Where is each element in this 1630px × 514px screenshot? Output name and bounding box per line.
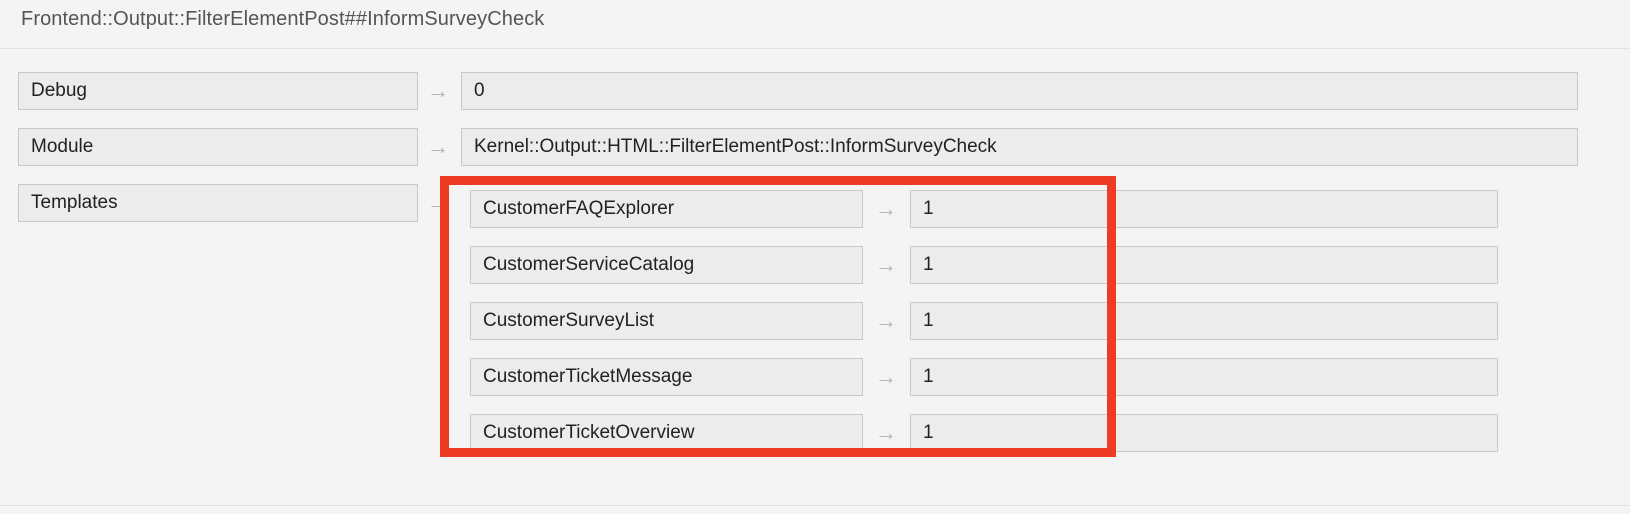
template-name-field[interactable]: CustomerTicketMessage (470, 358, 863, 396)
page-title: Frontend::Output::FilterElementPost##Inf… (21, 8, 545, 30)
bottom-divider (0, 505, 1630, 506)
arrow-right-icon: → (427, 190, 449, 215)
arrow-right-icon: → (875, 364, 897, 389)
arrow-right-icon: → (427, 134, 449, 159)
template-value-field[interactable]: 1 (910, 414, 1498, 452)
template-value-field[interactable]: 1 (910, 190, 1498, 228)
template-name-field[interactable]: CustomerTicketOverview (470, 414, 863, 452)
template-value-field[interactable]: 1 (910, 358, 1498, 396)
template-name-field[interactable]: CustomerSurveyList (470, 302, 863, 340)
template-value-field[interactable]: 1 (910, 246, 1498, 284)
arrow-right-icon: → (875, 308, 897, 333)
setting-label-debug: Debug (18, 72, 418, 110)
setting-label-module: Module (18, 128, 418, 166)
setting-value-debug[interactable]: 0 (461, 72, 1578, 110)
template-name-field[interactable]: CustomerFAQExplorer (470, 190, 863, 228)
setting-label-templates: Templates (18, 184, 418, 222)
template-name-field[interactable]: CustomerServiceCatalog (470, 246, 863, 284)
panel-header: Frontend::Output::FilterElementPost##Inf… (0, 0, 1630, 49)
template-value-field[interactable]: 1 (910, 302, 1498, 340)
setting-value-module[interactable]: Kernel::Output::HTML::FilterElementPost:… (461, 128, 1578, 166)
arrow-right-icon: → (875, 252, 897, 277)
arrow-right-icon: → (875, 420, 897, 445)
arrow-right-icon: → (875, 196, 897, 221)
arrow-right-icon: → (427, 78, 449, 103)
